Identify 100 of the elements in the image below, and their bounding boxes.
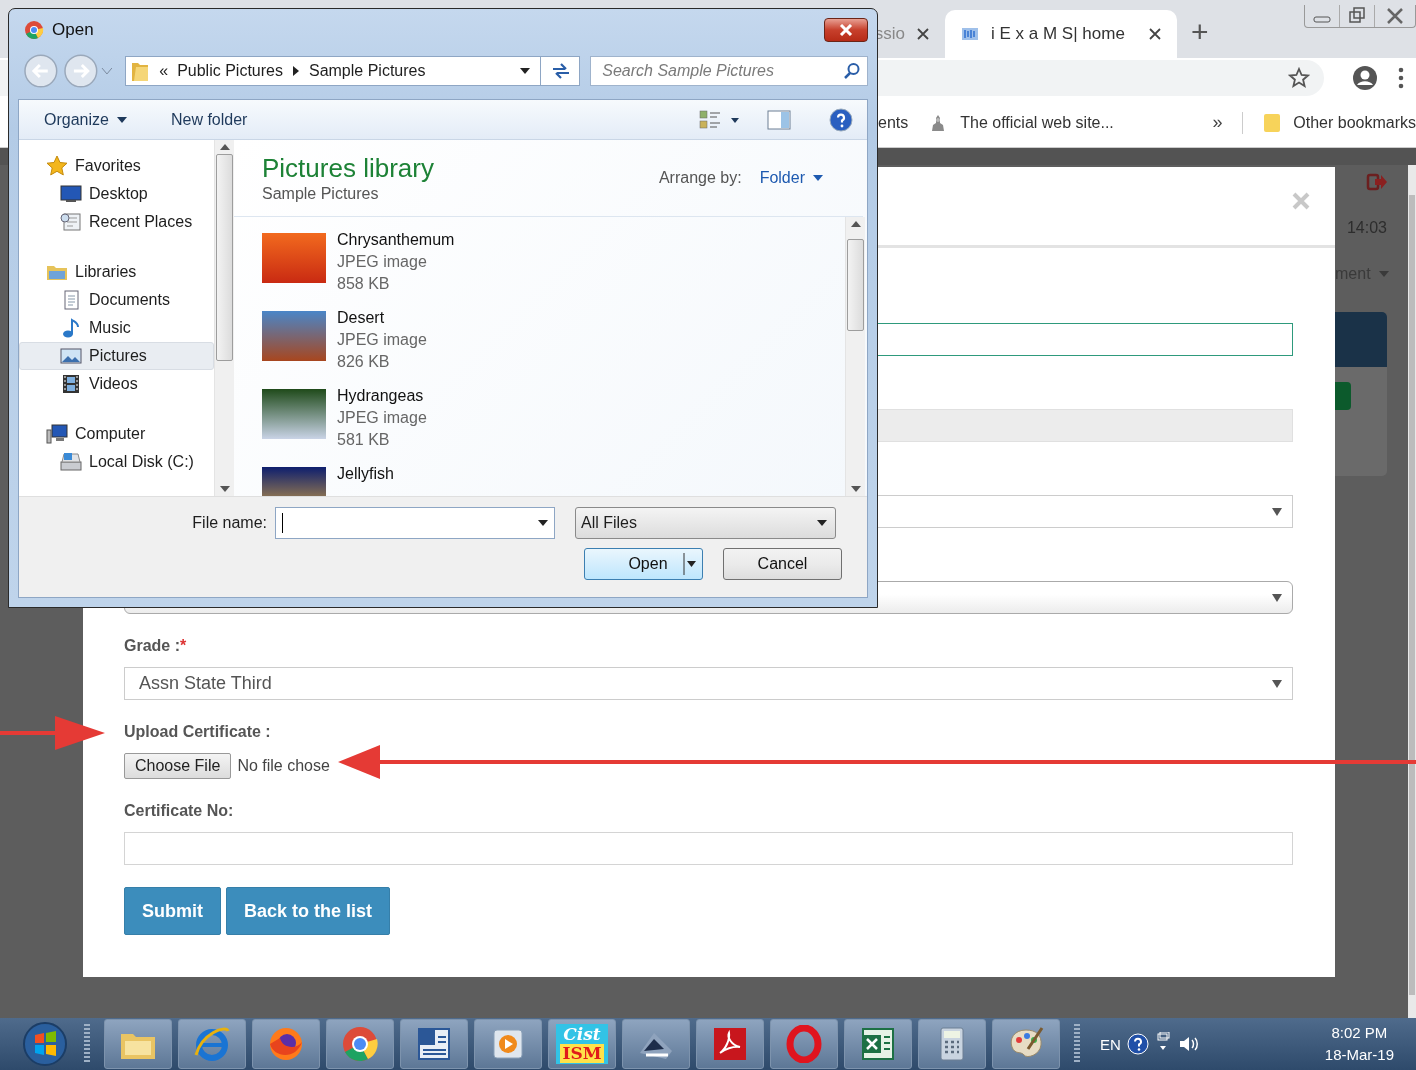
nav-item[interactable]: Desktop xyxy=(19,180,214,208)
file-item[interactable]: Chrysanthemum JPEG image 858 KB xyxy=(262,229,845,307)
form-button[interactable]: Back to the list xyxy=(226,887,391,935)
folder-icon xyxy=(1263,111,1282,134)
close-button[interactable] xyxy=(824,18,868,42)
chevron-icon[interactable] xyxy=(291,66,300,76)
browser-e-icon xyxy=(192,1025,232,1063)
caret-icon[interactable] xyxy=(538,520,548,526)
choose-file-button[interactable]: Choose File xyxy=(124,753,232,779)
caret-icon xyxy=(1272,507,1282,516)
taskbar-app-button[interactable] xyxy=(400,1019,468,1069)
arrange-dropdown[interactable]: Folder xyxy=(759,169,823,187)
breadcrumb-item[interactable]: Sample Pictures xyxy=(308,62,426,80)
site-favicon-icon xyxy=(961,25,979,43)
browser-tab[interactable]: i E x a M S| home xyxy=(945,10,1177,58)
cancel-button[interactable]: Cancel xyxy=(723,548,842,580)
clock-date[interactable]: 18-Mar-19 xyxy=(1324,1044,1394,1066)
photo-placeholder xyxy=(262,389,326,439)
scroll-up-icon[interactable] xyxy=(219,144,230,150)
taskbar-app-button[interactable] xyxy=(696,1019,764,1069)
nav-item[interactable]: Local Disk (C:) xyxy=(19,448,214,476)
nav-item[interactable]: Favorites xyxy=(19,152,214,180)
arrange-label: Arrange by: xyxy=(658,169,742,187)
scroll-down-icon[interactable] xyxy=(219,486,230,492)
dropdown-caret-icon[interactable] xyxy=(519,67,532,75)
bookmark-star-icon[interactable] xyxy=(1288,67,1310,89)
view-options-icon[interactable] xyxy=(699,108,739,131)
text-field[interactable] xyxy=(124,832,1293,865)
dialog-title: Open xyxy=(52,20,94,40)
nav-item[interactable]: Libraries xyxy=(19,258,214,286)
nav-item[interactable]: Documents xyxy=(19,286,214,314)
file-item[interactable]: Hydrangeas JPEG image 581 KB xyxy=(262,385,845,463)
clock-time[interactable]: 8:02 PM xyxy=(1331,1022,1388,1044)
organize-menu[interactable]: Organize xyxy=(44,110,127,129)
recent-places-icon xyxy=(60,212,82,232)
select-field[interactable]: Assn State Third xyxy=(124,667,1293,700)
caret-icon[interactable] xyxy=(683,551,697,577)
help-icon[interactable] xyxy=(829,107,853,132)
start-button[interactable] xyxy=(20,1021,70,1067)
opera-icon xyxy=(784,1025,824,1063)
search-icon xyxy=(843,62,861,80)
scroll-up-icon[interactable] xyxy=(850,221,861,227)
music-note-icon xyxy=(60,318,82,338)
more-bookmarks-button[interactable]: » xyxy=(1212,112,1223,133)
caret-icon xyxy=(1378,271,1389,277)
desktop-icon xyxy=(60,184,82,204)
app-logo: Cist ISM xyxy=(556,1024,608,1064)
close-icon xyxy=(839,24,853,36)
nav-item[interactable]: Videos xyxy=(19,370,214,398)
bookmark-link[interactable]: ents xyxy=(878,113,909,132)
close-tab-icon[interactable] xyxy=(917,28,929,40)
close-tab-icon[interactable] xyxy=(1149,28,1161,40)
page-scrollbar[interactable] xyxy=(1408,165,1416,1018)
scroll-down-icon[interactable] xyxy=(850,486,861,492)
field-label: Certificate No: xyxy=(124,801,235,821)
file-item[interactable]: Desert JPEG image 826 KB xyxy=(262,307,845,385)
chrome-icon xyxy=(340,1025,380,1063)
nav-item[interactable]: Computer xyxy=(19,420,214,448)
file-name-field[interactable] xyxy=(275,507,555,539)
file-item[interactable]: Jellyfish xyxy=(262,463,845,496)
taskbar-app-button[interactable] xyxy=(918,1019,986,1069)
library-subtitle: Sample Pictures xyxy=(262,185,380,203)
taskbar-app-button[interactable] xyxy=(844,1019,912,1069)
nav-item[interactable]: Music xyxy=(19,314,214,342)
field-label: Upload Certificate : xyxy=(124,722,272,742)
form-button[interactable]: Submit xyxy=(124,887,221,935)
nav-item[interactable]: Pictures xyxy=(19,342,214,370)
nav-scrollbar[interactable] xyxy=(214,140,234,496)
new-folder-button[interactable]: New folder xyxy=(170,110,248,129)
menu-icon[interactable] xyxy=(1398,67,1404,89)
breadcrumb-overflow[interactable]: « xyxy=(159,62,169,80)
open-button[interactable]: Open xyxy=(584,548,703,580)
file-name-label: File name: xyxy=(191,514,268,532)
photo-placeholder xyxy=(262,311,326,361)
caret-icon xyxy=(1272,593,1282,602)
search-field[interactable]: Search Sample Pictures xyxy=(590,56,868,86)
file-status-text: No file chose xyxy=(237,757,330,775)
caret-icon xyxy=(817,520,827,526)
breadcrumb-item[interactable]: Public Pictures xyxy=(177,62,283,80)
star-icon xyxy=(46,155,68,177)
breadcrumb-bar[interactable]: « Public Pictures Sample Pictures xyxy=(125,56,581,86)
photo-placeholder xyxy=(262,233,326,283)
picture-icon xyxy=(60,346,82,366)
chrome-icon xyxy=(24,20,44,40)
field-label: Grade :* xyxy=(124,636,188,656)
taskbar-app-button[interactable] xyxy=(622,1019,690,1069)
caret-icon xyxy=(813,175,823,181)
bookmark-link[interactable]: The official web site... xyxy=(928,112,1133,133)
nav-item[interactable]: Recent Places xyxy=(19,208,214,236)
profile-icon[interactable] xyxy=(1352,65,1378,91)
taskbar-app-button[interactable]: Cist ISM xyxy=(548,1019,616,1069)
caret-icon xyxy=(1272,679,1282,688)
new-tab-button[interactable]: + xyxy=(1191,12,1209,52)
computer-icon xyxy=(46,424,68,444)
other-bookmarks-folder[interactable]: Other bookmarks xyxy=(1263,111,1416,134)
panel-header xyxy=(1335,312,1387,367)
file-list-scrollbar[interactable] xyxy=(845,217,865,496)
file-type-dropdown[interactable]: All Files xyxy=(575,507,836,539)
disk-drive-icon xyxy=(60,452,82,472)
language-indicator[interactable]: EN xyxy=(1100,1035,1121,1053)
